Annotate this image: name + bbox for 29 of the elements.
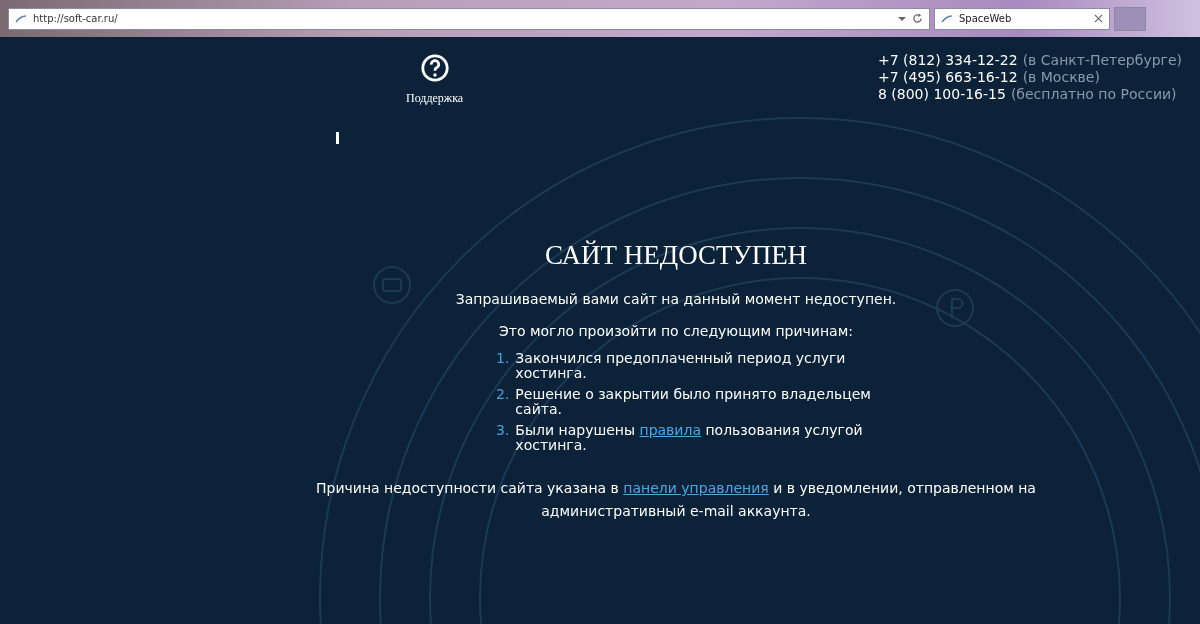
phone-number: 8 (800) 100-16-15 [878,86,1006,103]
site-icon [15,14,27,23]
reason-text: Закончился предоплаченный период услуги хостинга. [515,351,847,381]
refresh-icon[interactable] [912,13,923,24]
browser-tab[interactable]: SpaceWeb [934,7,1110,30]
link[interactable]: панели управления [623,480,769,496]
link[interactable]: правила [639,422,701,438]
support-link[interactable]: Поддержка [406,52,464,106]
close-icon[interactable] [1094,14,1103,23]
phone-note: (в Санкт-Петербурге) [1022,52,1182,69]
phone-number: +7 (495) 663-16-12 [878,69,1018,86]
phone-note: (бесплатно по России) [1010,86,1177,103]
phone-number: +7 (812) 334-12-22 [878,52,1018,69]
list-number: 3. [496,423,510,440]
page-title: САЙТ НЕДОСТУПЕН [544,240,808,271]
site-icon [941,14,953,23]
dropdown-caret-icon[interactable] [898,15,906,22]
footer-text: Причина недоступности сайта указана в панели управления и в уведомлении, отправленном на административный e-mail аккаунта. [315,479,1037,521]
reason-text: Решение о закрытии было принято владельцем сайта. [515,387,872,417]
list-number: 1. [496,351,510,368]
text-cursor-icon [336,132,339,144]
reasons-heading: Это могло произойти по следующим причинам: [499,323,853,339]
address-bar[interactable]: http://soft-car.ru/ [8,7,930,30]
reason-text: Были нарушены правила пользования услугой хостинга. [515,423,864,453]
intro-text: Запрашиваемый вами сайт на данный момент недоступен. [455,291,897,307]
list-number: 2. [496,387,510,404]
help-icon [419,53,450,83]
url-text: http://soft-car.ru/ [33,13,119,24]
phone-note: (в Москве) [1022,69,1100,86]
